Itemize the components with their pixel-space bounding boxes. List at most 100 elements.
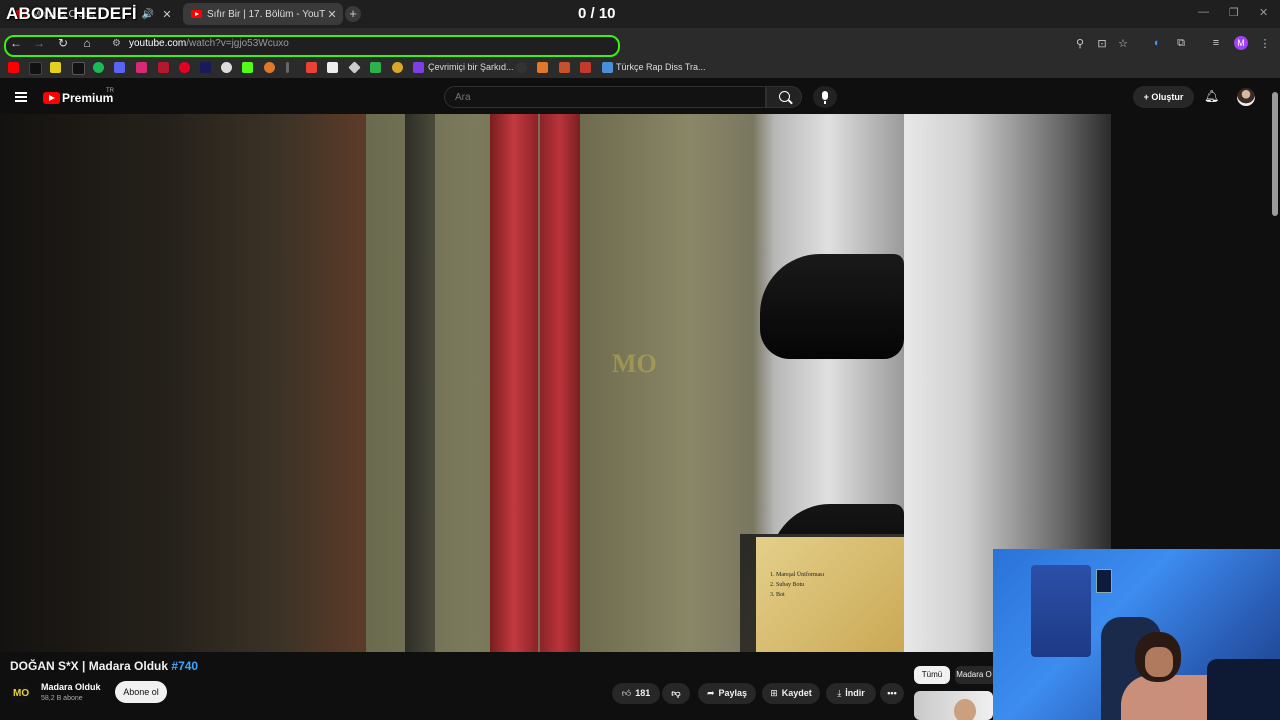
bookmark-white-icon[interactable] xyxy=(221,62,232,73)
install-app-icon[interactable]: ⊡ xyxy=(1095,37,1109,50)
bookmark-blue-icon[interactable] xyxy=(200,62,211,73)
extension-icon[interactable]: ◖ xyxy=(1149,37,1163,49)
bookmark-orange-icon[interactable] xyxy=(264,62,275,73)
boot-image xyxy=(760,254,904,359)
plaque-text: 2. Subay Botu xyxy=(770,582,805,588)
stream-overlay-title: ABONE HEDEFİ xyxy=(6,4,137,23)
bookmark-label[interactable]: Çevrimiçi bir Şarkıd... xyxy=(428,62,514,72)
video-ambient-left xyxy=(158,114,366,652)
uniform-fold xyxy=(405,114,435,652)
tab-close-icon[interactable]: ✕ xyxy=(325,8,339,21)
share-label: Paylaş xyxy=(718,688,748,698)
notifications-bell-icon[interactable]: 🔔︎ xyxy=(1204,90,1219,103)
tab-close-icon[interactable]: ✕ xyxy=(160,8,174,21)
bookmark-instagram-icon[interactable] xyxy=(136,62,147,73)
bookmark-kick-icon[interactable] xyxy=(242,62,253,73)
bookmark-spotify-icon[interactable] xyxy=(93,62,104,73)
new-tab-button[interactable]: + xyxy=(345,6,361,22)
share-button[interactable]: ➦ Paylaş xyxy=(698,683,756,704)
plaque-text: 3. Bot xyxy=(770,592,785,598)
hanging-jersey xyxy=(1031,565,1091,657)
bookmark-youtube-icon[interactable] xyxy=(8,62,19,73)
bookmark-star-icon[interactable]: ☆ xyxy=(1116,37,1130,50)
download-button[interactable]: ⤓ İndir xyxy=(826,683,876,704)
bookmark-music-icon[interactable] xyxy=(413,62,424,73)
bookmark-dark-icon[interactable] xyxy=(516,62,527,73)
bookmark-discord-icon[interactable] xyxy=(114,62,125,73)
home-icon[interactable]: ⌂ xyxy=(80,36,94,50)
uniform-red-stripe xyxy=(540,114,580,652)
url-host: youtube.com xyxy=(129,38,187,49)
voice-search-icon[interactable] xyxy=(813,86,837,108)
recommended-video-thumbnail[interactable] xyxy=(914,691,993,720)
minimize-icon[interactable]: — xyxy=(1198,6,1209,18)
save-icon: ⊞ xyxy=(770,688,778,698)
browser-tab-sifir-bir[interactable]: Sıfır Bir | 17. Bölüm - YouTube ✕ xyxy=(183,3,343,25)
thumbs-up-icon: 👍︎ xyxy=(621,688,632,698)
site-info-icon[interactable]: ⚙ xyxy=(112,38,121,49)
subscriber-count: 58,2 B abone xyxy=(41,695,83,702)
profile-avatar[interactable]: M xyxy=(1234,36,1248,50)
bookmark-gmail-icon[interactable] xyxy=(306,62,317,73)
url-path: /watch?v=jgjo53Wcuxo xyxy=(186,38,289,49)
bookmark-slash-icon[interactable] xyxy=(286,62,289,73)
like-button[interactable]: 👍︎ 181 xyxy=(612,683,660,704)
bookmark-red-icon[interactable] xyxy=(158,62,169,73)
like-count: 181 xyxy=(635,688,651,698)
bookmark-doc-icon[interactable] xyxy=(327,62,338,73)
bookmark-green-icon[interactable] xyxy=(370,62,381,73)
user-avatar[interactable] xyxy=(1237,88,1255,106)
youtube-logo-icon[interactable] xyxy=(43,92,60,104)
region-code: TR xyxy=(106,88,114,94)
hamburger-menu-icon[interactable] xyxy=(15,92,27,102)
bookmark-x-icon[interactable] xyxy=(72,62,85,75)
bookmark-s-icon[interactable] xyxy=(50,62,61,73)
video-title: DOĞAN S*X | Madara Olduk #740 xyxy=(10,659,198,673)
create-button[interactable]: + Oluştur xyxy=(1133,86,1194,108)
search-input[interactable] xyxy=(444,86,766,108)
reload-icon[interactable]: ↻ xyxy=(56,36,70,50)
bookmark-red2-icon[interactable] xyxy=(580,62,591,73)
chair-side xyxy=(1207,659,1280,720)
channel-watermark: MO xyxy=(612,349,657,378)
uniform-red-stripe xyxy=(490,114,538,652)
youtube-favicon-icon xyxy=(191,10,202,18)
save-label: Kaydet xyxy=(781,688,812,698)
menu-kebab-icon[interactable]: ⋮ xyxy=(1258,37,1272,50)
download-label: İndir xyxy=(845,688,865,698)
omnibox[interactable] xyxy=(4,35,620,57)
forward-arrow-icon[interactable]: → xyxy=(32,36,46,50)
restore-icon[interactable]: ❐ xyxy=(1229,6,1239,19)
media-controls-icon[interactable]: ≡ xyxy=(1209,37,1223,49)
extensions-puzzle-icon[interactable]: ⧉ xyxy=(1174,37,1188,50)
chip-channel[interactable]: Madara O xyxy=(955,666,993,684)
video-hashtag[interactable]: #740 xyxy=(171,659,198,673)
bookmark-label[interactable]: Türkçe Rap Diss Tra... xyxy=(616,62,706,72)
save-button[interactable]: ⊞ Kaydet xyxy=(762,683,820,704)
subscribe-button[interactable]: Abone ol xyxy=(115,681,167,703)
bookmark-globe-icon[interactable] xyxy=(602,62,613,73)
window-close-icon[interactable]: ✕ xyxy=(1259,6,1268,19)
address-url[interactable]: youtube.com/watch?v=jgjo53Wcuxo xyxy=(129,38,289,49)
bookmark-tiktok-icon[interactable] xyxy=(29,62,42,75)
more-actions-button[interactable]: ••• xyxy=(880,683,904,704)
thumbs-down-icon: 👎︎ xyxy=(671,688,681,698)
bookmark-flame-icon[interactable] xyxy=(559,62,570,73)
channel-avatar[interactable]: MO xyxy=(11,683,31,703)
bookmark-orange2-icon[interactable] xyxy=(537,62,548,73)
video-player[interactable] xyxy=(0,114,1111,652)
back-arrow-icon[interactable]: ← xyxy=(9,36,23,50)
bookmark-pinterest-icon[interactable] xyxy=(179,62,190,73)
search-icon xyxy=(779,91,790,102)
scrollbar-thumb[interactable] xyxy=(1272,92,1278,216)
bookmark-gold-icon[interactable] xyxy=(392,62,403,73)
dislike-button[interactable]: 👎︎ xyxy=(662,683,690,704)
download-icon: ⤓ xyxy=(837,688,842,698)
search-button[interactable] xyxy=(766,86,802,108)
chip-all[interactable]: Tümü xyxy=(914,666,950,684)
video-title-text: DOĞAN S*X | Madara Olduk xyxy=(10,659,169,673)
zoom-icon[interactable]: ⚲ xyxy=(1073,37,1087,50)
channel-name[interactable]: Madara Olduk xyxy=(41,682,101,692)
share-icon: ➦ xyxy=(706,688,715,698)
speaker-icon[interactable]: 🔊 xyxy=(142,9,154,20)
